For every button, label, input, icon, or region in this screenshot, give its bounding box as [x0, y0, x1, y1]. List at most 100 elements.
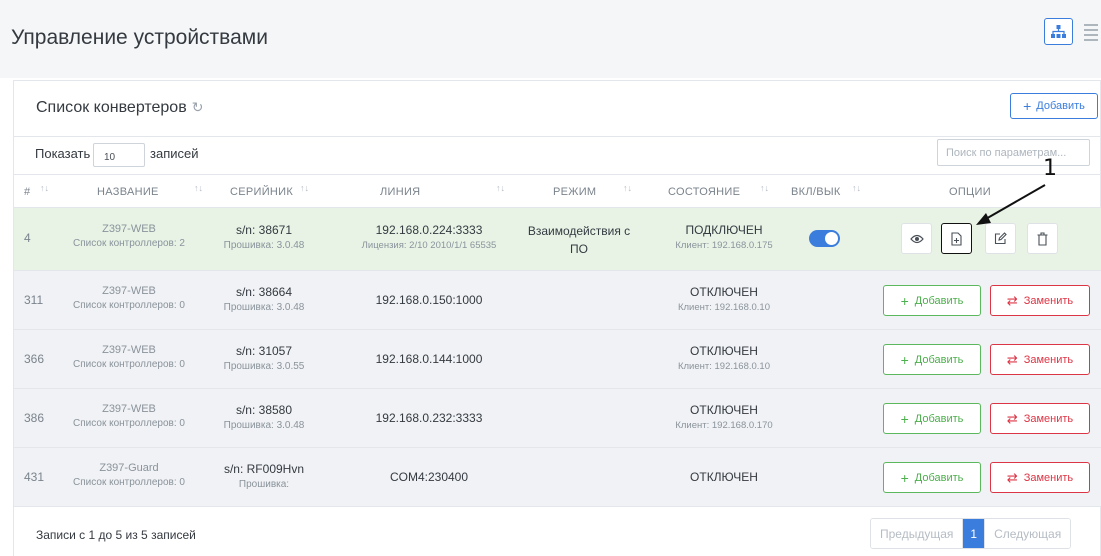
row-id: 386: [24, 411, 45, 425]
page-1-button[interactable]: 1: [962, 519, 985, 548]
col-serial[interactable]: СЕРИЙНИК: [230, 186, 293, 198]
list-view-button[interactable]: [1084, 22, 1098, 42]
next-page-button[interactable]: Следующая: [984, 519, 1071, 548]
tree-view-button[interactable]: [1044, 18, 1073, 45]
add-label: Добавить: [914, 471, 964, 484]
edit-icon: [994, 232, 1007, 245]
add-button[interactable]: + Добавить: [883, 403, 981, 434]
table-row[interactable]: 386 Z397-WEB Список контроллеров: 0 s/n:…: [14, 389, 1101, 448]
line-address: 192.168.0.150:1000: [375, 293, 483, 307]
col-toggle[interactable]: ВКЛ/ВЫК: [791, 186, 841, 198]
add-button[interactable]: + Добавить: [883, 344, 981, 375]
name-cell: Z397-Guard Список контроллеров: 0: [64, 462, 194, 488]
firmware: Прошивка:: [238, 479, 290, 490]
col-options: ОПЦИИ: [949, 186, 991, 198]
client-address: Клиент: 192.168.0.175: [675, 240, 773, 251]
delete-button[interactable]: [1027, 223, 1058, 254]
sort-icon[interactable]: ↑↓: [300, 183, 309, 193]
state-value: ПОДКЛЮЧЕН: [685, 223, 763, 237]
page-title: Управление устройствами: [11, 26, 268, 49]
table-row[interactable]: 366 Z397-WEB Список контроллеров: 0 s/n:…: [14, 330, 1101, 389]
sort-icon[interactable]: ↑↓: [623, 183, 632, 193]
col-line[interactable]: ЛИНИЯ: [380, 186, 420, 198]
client-address: Клиент: 192.168.0.170: [675, 420, 773, 431]
firmware: Прошивка: 3.0.48: [223, 302, 305, 313]
table-row[interactable]: 311 Z397-WEB Список контроллеров: 0 s/n:…: [14, 271, 1101, 330]
table-row[interactable]: 431 Z397-Guard Список контроллеров: 0 s/…: [14, 448, 1101, 507]
mode-cell: Взаимодействия с ПО: [519, 222, 639, 258]
line-address: COM4:230400: [389, 470, 469, 484]
replace-button[interactable]: ⇄ Заменить: [990, 403, 1090, 434]
name-cell: Z397-WEB Список контроллеров: 0: [64, 285, 194, 311]
device-name: Z397-WEB: [102, 344, 156, 356]
plus-icon: +: [900, 292, 909, 309]
view-button[interactable]: [901, 223, 932, 254]
sort-icon[interactable]: ↑↓: [852, 183, 861, 193]
card-title-text: Список конвертеров: [36, 99, 187, 116]
refresh-icon[interactable]: ↻: [192, 99, 204, 116]
swap-icon: ⇄: [1006, 410, 1018, 426]
eye-icon: [909, 234, 924, 243]
serial-number: s/n: 38580: [235, 403, 293, 417]
card-title: Список конвертеров ↻: [36, 99, 203, 117]
serial-cell: s/n: 38664 Прошивка: 3.0.48: [209, 285, 319, 313]
prev-page-button[interactable]: Предыдущая: [871, 519, 963, 548]
name-cell: Z397-WEB Список контроллеров: 0: [64, 403, 194, 429]
sort-icon[interactable]: ↑↓: [40, 183, 49, 193]
state-cell: ПОДКЛЮЧЕН Клиент: 192.168.0.175: [654, 223, 794, 251]
controllers-count: Список контроллеров: 0: [73, 300, 185, 311]
row-id: 4: [24, 231, 31, 245]
firmware: Прошивка: 3.0.48: [223, 420, 305, 431]
device-name: Z397-Guard: [99, 462, 159, 474]
replace-label: Заменить: [1023, 471, 1074, 484]
state-cell: ОТКЛЮЧЕН Клиент: 192.168.0.170: [654, 403, 794, 431]
state-value: ОТКЛЮЧЕН: [690, 470, 758, 484]
add-button[interactable]: + Добавить: [883, 285, 981, 316]
controllers-count: Список контроллеров: 0: [73, 477, 185, 488]
col-state[interactable]: СОСТОЯНИЕ: [668, 186, 740, 198]
enable-toggle[interactable]: [809, 230, 840, 247]
state-cell: ОТКЛЮЧЕН Клиент: 192.168.0.10: [654, 344, 794, 372]
page-header: Управление устройствами: [0, 0, 1101, 78]
serial-cell: s/n: 38671 Прошивка: 3.0.48: [209, 223, 319, 251]
mode-value: Взаимодействия с ПО: [527, 224, 631, 256]
line-cell: 192.168.0.144:1000: [329, 352, 529, 366]
line-cell: 192.168.0.150:1000: [329, 293, 529, 307]
col-mode[interactable]: РЕЖИМ: [553, 186, 596, 198]
sort-icon[interactable]: ↑↓: [760, 183, 769, 193]
line-cell: 192.168.0.232:3333: [329, 411, 529, 425]
pagination: Предыдущая 1 Следующая: [870, 518, 1072, 549]
add-label: Добавить: [914, 294, 964, 307]
client-address: Клиент: 192.168.0.10: [677, 361, 770, 372]
file-plus-icon: [951, 231, 962, 246]
add-label: Добавить: [914, 353, 964, 366]
search-input[interactable]: Поиск по параметрам...: [937, 139, 1090, 166]
line-cell: COM4:230400: [329, 470, 529, 484]
row-id: 431: [24, 470, 45, 484]
swap-icon: ⇄: [1006, 351, 1018, 367]
serial-number: s/n: RF009Hvn: [223, 462, 305, 476]
sort-icon[interactable]: ↑↓: [496, 183, 505, 193]
edit-button[interactable]: [985, 223, 1016, 254]
col-num[interactable]: #: [24, 186, 30, 198]
replace-button[interactable]: ⇄ Заменить: [990, 462, 1090, 493]
export-file-button[interactable]: [941, 223, 972, 254]
license: Лицензия: 2/10 2010/1/1 65535: [361, 240, 497, 251]
state-value: ОТКЛЮЧЕН: [690, 285, 758, 299]
firmware: Прошивка: 3.0.55: [223, 361, 305, 372]
replace-button[interactable]: ⇄ Заменить: [990, 344, 1090, 375]
line-address: 192.168.0.224:3333: [375, 223, 483, 237]
add-button[interactable]: + Добавить: [883, 462, 981, 493]
controllers-count: Список контроллеров: 0: [73, 359, 185, 370]
table-row[interactable]: 4 Z397-WEB Список контроллеров: 2 s/n: 3…: [14, 208, 1101, 271]
page-size-select[interactable]: 10: [93, 143, 145, 167]
line-cell: 192.168.0.224:3333 Лицензия: 2/10 2010/1…: [329, 223, 529, 251]
sort-icon[interactable]: ↑↓: [194, 183, 203, 193]
add-converter-button[interactable]: + Добавить: [1010, 93, 1098, 119]
replace-button[interactable]: ⇄ Заменить: [990, 285, 1090, 316]
serial-cell: s/n: 31057 Прошивка: 3.0.55: [209, 344, 319, 372]
table-header: # ↑↓ НАЗВАНИЕ ↑↓ СЕРИЙНИК ↑↓ ЛИНИЯ ↑↓ РЕ…: [14, 174, 1101, 208]
col-name[interactable]: НАЗВАНИЕ: [97, 186, 159, 198]
trash-icon: [1037, 231, 1048, 246]
serial-number: s/n: 38664: [235, 285, 293, 299]
